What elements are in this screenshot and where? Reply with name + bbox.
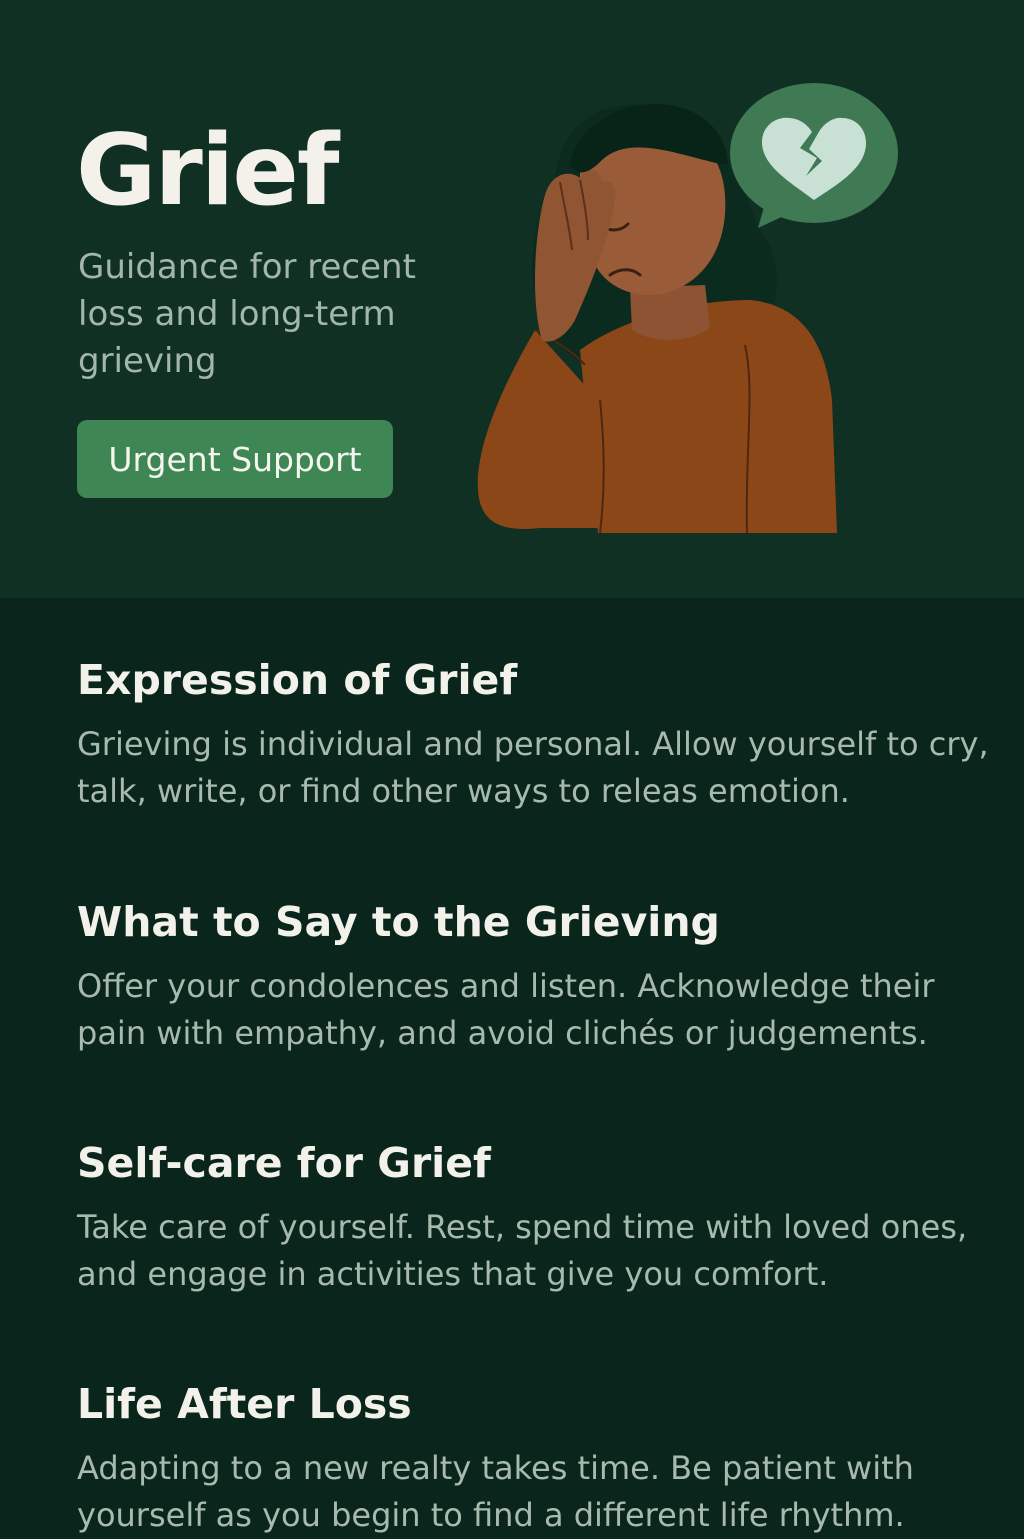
hero-banner: Grief Guidance for recent loss and long-… (0, 0, 1024, 598)
section-expression-of-grief: Expression of Grief Grieving is individu… (77, 656, 997, 815)
section-heading: What to Say to the Grieving (77, 898, 720, 946)
page-subtitle: Guidance for recent loss and long-term g… (78, 247, 416, 381)
section-heading: Self-care for Grief (77, 1139, 491, 1187)
page-title: Grief (76, 114, 339, 228)
section-body: Grieving is individual and personal. All… (77, 725, 989, 811)
section-body: Take care of yourself. Rest, spend time … (77, 1208, 968, 1294)
section-heading: Expression of Grief (77, 656, 518, 704)
grieving-person-illustration (477, 83, 898, 534)
section-body: Adapting to a new realty takes time. Be … (77, 1449, 914, 1535)
section-self-care: Self-care for Grief Take care of yoursel… (77, 1139, 997, 1298)
urgent-support-button[interactable]: Urgent Support (77, 420, 393, 498)
section-heading: Life After Loss (77, 1380, 412, 1428)
section-life-after-loss: Life After Loss Adapting to a new realty… (77, 1380, 997, 1539)
section-what-to-say: What to Say to the Grieving Offer your c… (77, 898, 997, 1057)
section-body: Offer your condolences and listen. Ackno… (77, 967, 935, 1053)
guidance-sections: Expression of Grief Grieving is individu… (0, 598, 1024, 1536)
